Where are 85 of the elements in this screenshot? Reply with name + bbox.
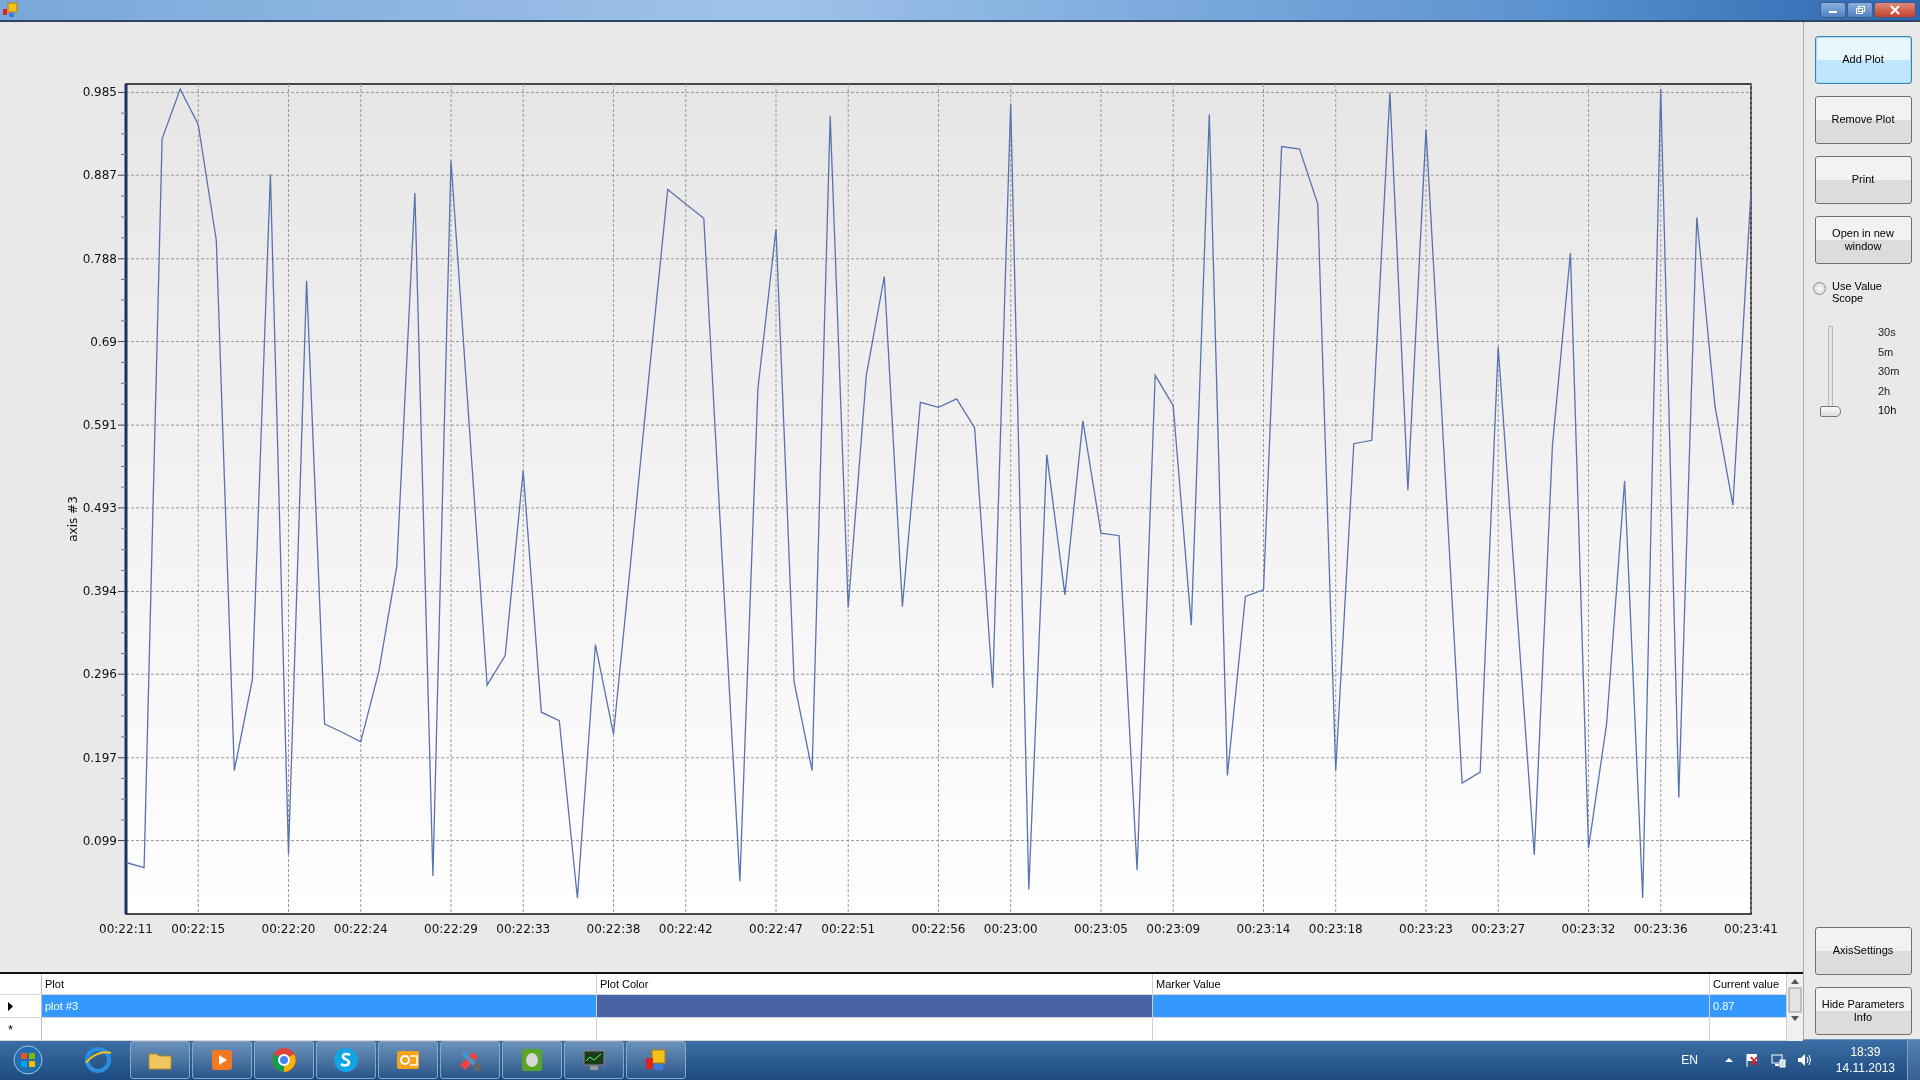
globe-icon: [85, 1047, 112, 1073]
monitor-icon: [583, 1050, 605, 1070]
folder-icon: [148, 1053, 172, 1070]
y-tick-label: 0.887: [82, 168, 117, 183]
taskbar-button[interactable]: [626, 1041, 686, 1079]
slider-thumb[interactable]: [1820, 406, 1841, 418]
scrollbar[interactable]: [1786, 974, 1803, 1041]
panel-button[interactable]: AxisSettings: [1814, 927, 1912, 975]
network-icon[interactable]: [1769, 1052, 1786, 1068]
y-tick-label: 0.493: [82, 500, 117, 515]
clock-time: 18:39: [1850, 1044, 1881, 1060]
x-tick-label: 00:22:33: [496, 922, 551, 936]
play-icon: [212, 1050, 232, 1070]
y-tick-label: 0.099: [82, 833, 117, 848]
current-row-icon: [8, 1001, 14, 1011]
show-hidden-icon[interactable]: [1723, 1055, 1734, 1065]
x-tick-label: 00:23:32: [1561, 922, 1616, 936]
x-tick-label: 00:22:15: [171, 922, 226, 936]
y-tick-label: 0.394: [82, 584, 117, 599]
clock-date: 14.11.2013: [1835, 1060, 1895, 1076]
minimize-button[interactable]: [1820, 2, 1846, 18]
x-tick-label: 00:23:14: [1236, 922, 1291, 936]
scale-label: 5m: [1878, 345, 1895, 359]
taskbar-button[interactable]: [254, 1041, 314, 1079]
y-tick-label: 0.985: [82, 85, 117, 100]
close-icon: [1890, 5, 1900, 15]
flag-icon[interactable]: [1743, 1052, 1760, 1068]
taskbar-button[interactable]: [564, 1041, 624, 1079]
x-tick-label: 00:23:36: [1633, 922, 1688, 936]
column-header[interactable]: Plot Color: [597, 974, 1153, 994]
y-tick-label: 0.197: [82, 750, 117, 765]
x-tick-label: 00:22:51: [821, 922, 876, 936]
y-tick-label: 0.591: [82, 418, 117, 433]
scope-slider[interactable]: [1820, 326, 1840, 417]
scale-label: 2h: [1878, 384, 1892, 398]
panel-button[interactable]: Remove Plot: [1814, 96, 1912, 144]
x-tick-label: 00:22:42: [658, 922, 713, 936]
y-axis-title: axis #3: [66, 496, 80, 542]
language-indicator[interactable]: EN: [1681, 1053, 1698, 1067]
panel-button[interactable]: Open in new window: [1814, 216, 1912, 264]
panel-button[interactable]: Hide Parameters Info: [1814, 987, 1912, 1035]
x-tick-label: 00:22:38: [586, 922, 641, 936]
scale-label: 10h: [1878, 404, 1898, 417]
app-icon: [2, 2, 18, 18]
clock[interactable]: 18:39 14.11.2013: [1835, 1044, 1895, 1076]
x-tick-label: 00:22:47: [749, 922, 803, 936]
taskbar-button[interactable]: [440, 1041, 500, 1079]
taskbar-button[interactable]: [316, 1041, 376, 1079]
x-tick-label: 00:23:41: [1724, 922, 1778, 936]
chat-icon: [334, 1048, 358, 1072]
y-tick-label: 0.788: [82, 251, 117, 266]
x-tick-label: 00:22:11: [99, 922, 153, 936]
note-icon: [522, 1049, 542, 1071]
mail-icon: [397, 1051, 419, 1069]
close-button[interactable]: [1874, 2, 1916, 18]
x-tick-label: 00:23:18: [1308, 922, 1363, 936]
column-header[interactable]: Plot: [42, 974, 597, 994]
x-tick-label: 00:23:23: [1399, 922, 1453, 936]
restore-button[interactable]: [1847, 2, 1873, 18]
column-header[interactable]: Marker Value: [1153, 974, 1710, 994]
taskbar-button[interactable]: [378, 1041, 438, 1079]
x-tick-label: 00:22:29: [424, 922, 478, 936]
radio-label: Use Value Scope: [1832, 280, 1883, 305]
radio-button[interactable]: [1813, 282, 1826, 295]
x-tick-label: 00:22:24: [333, 922, 388, 936]
y-tick-label: 0.69: [90, 334, 117, 349]
x-tick-label: 00:23:05: [1074, 922, 1128, 936]
ring-icon: [272, 1048, 296, 1072]
x-tick-label: 00:23:00: [983, 922, 1038, 936]
window-icon: [646, 1049, 666, 1070]
scale-label: 30s: [1878, 326, 1897, 339]
tools-icon: [460, 1051, 481, 1071]
scale-label: 30m: [1878, 365, 1900, 378]
x-tick-label: 00:22:20: [261, 922, 316, 936]
restore-icon: [1855, 5, 1865, 15]
y-tick-label: 0.296: [82, 667, 117, 682]
x-tick-label: 00:23:09: [1146, 922, 1201, 936]
x-tick-label: 00:23:27: [1471, 922, 1526, 936]
taskbar-button[interactable]: [502, 1041, 562, 1079]
taskbar-button[interactable]: [192, 1041, 252, 1079]
panel-button[interactable]: Add Plot: [1814, 36, 1912, 84]
taskbar-button[interactable]: [130, 1041, 190, 1079]
panel-button[interactable]: Print: [1814, 156, 1912, 204]
x-tick-label: 00:22:56: [911, 922, 966, 936]
speaker-icon[interactable]: [1795, 1052, 1812, 1068]
